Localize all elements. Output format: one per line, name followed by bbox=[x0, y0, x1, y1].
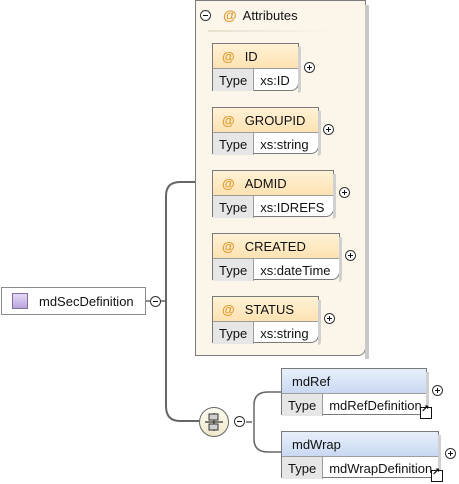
element-type-row: Type mdWrapDefinition bbox=[282, 457, 438, 479]
attributes-title: Attributes bbox=[242, 7, 298, 23]
attribute-name: ID bbox=[244, 48, 258, 64]
attribute-at-icon: @ bbox=[223, 7, 237, 23]
attribute-type: xs:IDREFS bbox=[260, 199, 325, 215]
expand-icon[interactable] bbox=[445, 448, 456, 459]
type-label: Type bbox=[282, 457, 324, 479]
element-icon bbox=[12, 293, 28, 309]
expand-icon[interactable] bbox=[324, 313, 335, 324]
attribute-type: xs:string bbox=[260, 136, 309, 152]
attribute-name: GROUPID bbox=[244, 112, 306, 128]
element-name: mdRef bbox=[292, 373, 331, 389]
attribute-name-row: @ GROUPID bbox=[213, 108, 318, 133]
attribute-at-icon: @ bbox=[222, 48, 235, 64]
attribute-name-row: @ ADMID bbox=[213, 171, 333, 196]
collapse-icon[interactable] bbox=[200, 9, 211, 21]
attribute-name-row: @ STATUS bbox=[213, 297, 318, 322]
attribute-name-row: @ CREATED bbox=[213, 234, 339, 259]
divider bbox=[208, 30, 338, 32]
attribute-type-row: Type xs:string bbox=[213, 322, 318, 344]
element-type-row: Type mdRefDefinition bbox=[282, 394, 426, 416]
expand-icon[interactable] bbox=[304, 62, 315, 73]
element-name: mdWrap bbox=[292, 436, 341, 452]
attribute-type-row: Type xs:ID bbox=[213, 69, 298, 91]
reference-icon[interactable] bbox=[431, 467, 443, 482]
collapse-icon[interactable] bbox=[150, 296, 161, 307]
type-label: Type bbox=[213, 196, 255, 218]
attribute-name: ADMID bbox=[244, 175, 287, 191]
attribute-admid[interactable]: @ ADMID Type xs:IDREFS bbox=[212, 170, 336, 219]
type-label: Type bbox=[213, 259, 255, 281]
element-type: mdRefDefinition bbox=[329, 397, 422, 413]
attribute-type-row: Type xs:string bbox=[213, 133, 318, 155]
attribute-created[interactable]: @ CREATED Type xs:dateTime bbox=[212, 233, 342, 282]
expand-icon[interactable] bbox=[345, 250, 356, 261]
attribute-name-row: @ ID bbox=[213, 44, 298, 69]
expand-icon[interactable] bbox=[323, 124, 334, 135]
expand-icon[interactable] bbox=[432, 385, 443, 396]
sequence-icon bbox=[205, 413, 223, 431]
collapse-icon[interactable] bbox=[234, 416, 245, 427]
element-name-row: mdWrap bbox=[282, 432, 438, 457]
element-name-row: mdRef bbox=[282, 369, 426, 394]
attribute-type: xs:string bbox=[260, 325, 309, 341]
element-type: mdWrapDefinition bbox=[329, 460, 433, 476]
attributes-header: @ Attributes bbox=[200, 7, 298, 23]
sequence-compositor[interactable] bbox=[199, 407, 229, 437]
root-element-label: mdSecDefinition bbox=[39, 293, 134, 309]
attribute-status[interactable]: @ STATUS Type xs:string bbox=[212, 296, 321, 345]
attribute-name: STATUS bbox=[244, 301, 295, 317]
attribute-at-icon: @ bbox=[222, 238, 235, 254]
reference-icon[interactable] bbox=[420, 404, 432, 419]
element-mdwrap[interactable]: mdWrap Type mdWrapDefinition bbox=[281, 431, 441, 480]
element-mdref[interactable]: mdRef Type mdRefDefinition bbox=[281, 368, 429, 417]
attribute-at-icon: @ bbox=[222, 301, 235, 317]
type-label: Type bbox=[213, 322, 255, 344]
expand-icon[interactable] bbox=[339, 187, 350, 198]
type-label: Type bbox=[213, 133, 255, 155]
type-label: Type bbox=[213, 69, 255, 91]
type-label: Type bbox=[282, 394, 324, 416]
attribute-type-row: Type xs:dateTime bbox=[213, 259, 339, 281]
attribute-at-icon: @ bbox=[222, 112, 235, 128]
attribute-type: xs:ID bbox=[260, 72, 290, 88]
attribute-groupid[interactable]: @ GROUPID Type xs:string bbox=[212, 107, 321, 156]
attribute-name: CREATED bbox=[244, 238, 306, 254]
attribute-type-row: Type xs:IDREFS bbox=[213, 196, 333, 218]
root-element-mdsecdefinition[interactable]: mdSecDefinition bbox=[1, 287, 146, 315]
attribute-type: xs:dateTime bbox=[260, 262, 331, 278]
attribute-id[interactable]: @ ID Type xs:ID bbox=[212, 43, 301, 93]
attribute-at-icon: @ bbox=[222, 175, 235, 191]
